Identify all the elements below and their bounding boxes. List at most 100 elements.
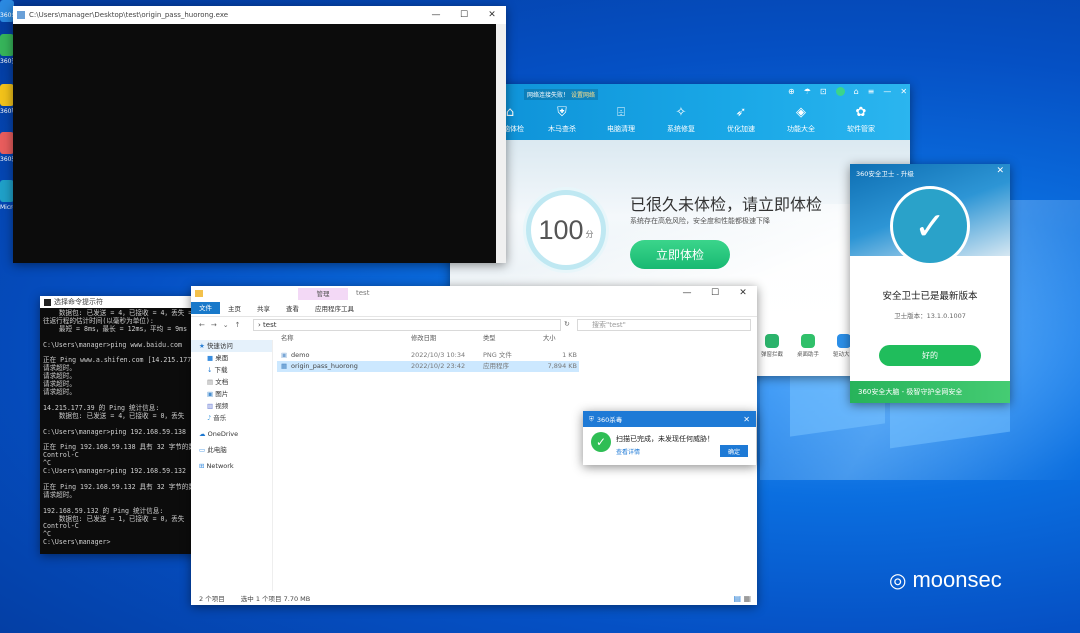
maximize-icon[interactable]: ☐ — [701, 286, 729, 302]
tool-popup-block[interactable]: 弹窗拦截 — [752, 334, 792, 358]
col-type[interactable]: 类型 — [483, 333, 496, 342]
nav-network[interactable]: ⊞ Network — [191, 460, 272, 472]
tool-label: 弹窗拦截 — [760, 352, 783, 358]
back-icon[interactable]: ← — [199, 321, 205, 329]
bell-icon[interactable]: ⌂ — [854, 87, 859, 96]
confirm-button[interactable]: 确定 — [720, 445, 748, 457]
nav-onedrive[interactable]: ☁ OneDrive — [191, 428, 272, 440]
tab-view[interactable]: 查看 — [278, 303, 307, 313]
file-row-selected[interactable]: ▦ origin_pass_huorong 2022/10/2 23:42 应用… — [277, 361, 579, 372]
close-icon[interactable]: ✕ — [743, 415, 750, 424]
minimize-icon[interactable]: — — [883, 87, 891, 96]
nav-features[interactable]: ◈ 功能大全 — [771, 106, 831, 134]
cmd-output[interactable]: 数据包: 已发送 = 4，已接收 = 4，丢失 = 0 往返行程的估计时间(以毫… — [40, 308, 200, 549]
minimize-icon[interactable]: — — [422, 6, 450, 24]
diamond-icon: ◈ — [796, 105, 806, 120]
console-output[interactable] — [13, 24, 496, 263]
network-settings-link[interactable]: 设置网络 — [571, 92, 595, 99]
scan-toast[interactable]: ⛨ 360杀毒 ✕ ✓ 扫描已完成，未发现任何威胁！ 查看详情 确定 — [583, 411, 756, 465]
console-title: C:\Users\manager\Desktop\test\origin_pas… — [29, 11, 229, 19]
nav-label: 木马查杀 — [548, 125, 576, 133]
forward-icon[interactable]: → — [211, 321, 217, 329]
refresh-icon[interactable]: ↻ — [564, 320, 570, 328]
nav-this-pc[interactable]: ▭ 此电脑 — [191, 444, 272, 456]
minimize-icon[interactable]: — — [673, 286, 701, 302]
col-size[interactable]: 大小 — [543, 333, 556, 342]
col-name[interactable]: 名称 — [281, 333, 294, 342]
watermark-text: moonsec — [912, 567, 1002, 592]
nav-speedup[interactable]: ➶ 优化加速 — [711, 106, 771, 134]
file-size: 1 KB — [562, 351, 577, 359]
upgrade-dialog[interactable]: 360安全卫士 - 升级 ✕ ✓ 安全卫士已是最新版本 卫士版本：13.1.0.… — [850, 164, 1010, 403]
avatar[interactable] — [835, 87, 845, 96]
console-titlebar[interactable]: C:\Users\manager\Desktop\test\origin_pas… — [13, 6, 506, 24]
file-row[interactable]: ▣ demo 2022/10/3 10:34 PNG 文件 1 KB — [277, 350, 579, 361]
settings-icon[interactable]: ⊕ — [788, 87, 795, 96]
shield-icon: ⛨ — [557, 105, 567, 120]
menu-icon[interactable]: ≡ — [868, 87, 875, 96]
nav-pictures[interactable]: ▣ 图片 — [191, 388, 272, 400]
scrollbar[interactable] — [496, 24, 506, 263]
search-input[interactable]: 搜索"test" — [577, 319, 751, 331]
up-icon[interactable]: ↑ — [235, 321, 241, 329]
ok-button[interactable]: 好的 — [879, 345, 981, 366]
mail-icon[interactable]: ⊡ — [820, 87, 827, 96]
console-window[interactable]: C:\Users\manager\Desktop\test\origin_pas… — [13, 6, 506, 263]
rocket-icon: ➶ — [735, 105, 747, 120]
close-icon[interactable]: ✕ — [900, 87, 907, 96]
desktop-icon-edge[interactable] — [0, 180, 14, 202]
nav-label: 电脑清理 — [607, 125, 635, 133]
tab-file[interactable]: 文件 — [191, 302, 220, 314]
nav-music[interactable]: ♪ 音乐 — [191, 412, 272, 424]
upgrade-message: 安全卫士已是最新版本 — [882, 291, 978, 302]
nav-downloads[interactable]: ↓ 下载 — [191, 364, 272, 376]
health-score: 100 分 — [526, 190, 606, 270]
file-size: 7,894 KB — [547, 362, 577, 370]
context-tab-manage[interactable]: 管理 — [298, 288, 348, 300]
maximize-icon[interactable]: ☐ — [450, 6, 478, 24]
tab-share[interactable]: 共享 — [249, 303, 278, 313]
tool-desktop-helper[interactable]: 桌面助手 — [788, 334, 828, 358]
nav-software[interactable]: ✿ 软件管家 — [831, 106, 891, 134]
upgrade-footer: 360安全大脑 - 极智守护全网安全 — [850, 381, 1010, 403]
nav-documents[interactable]: ▤ 文档 — [191, 376, 272, 388]
column-headers: 名称 修改日期 类型 大小 — [277, 333, 579, 347]
nav-videos[interactable]: ▥ 视频 — [191, 400, 272, 412]
file-name: origin_pass_huorong — [291, 362, 358, 370]
chevron-down-icon[interactable]: ⌄ — [223, 321, 229, 329]
nav-repair[interactable]: ✧ 系统修复 — [651, 106, 711, 134]
nav-trojan[interactable]: ⛨ 木马查杀 — [532, 106, 592, 134]
subtext: 系统存在高危风险，安全度和性能都极速下降 — [630, 217, 770, 225]
nav-desktop[interactable]: ■ 桌面 — [191, 352, 272, 364]
status-bar: 2 个项目 选中 1 个项目 7.70 MB — [199, 593, 310, 603]
cmd-window[interactable]: 选择命令提示符 数据包: 已发送 = 4，已接收 = 4，丢失 = 0 往返行程… — [40, 296, 200, 554]
start-check-button[interactable]: 立即体检 — [630, 240, 730, 269]
image-file-icon: ▣ — [281, 351, 288, 359]
desktop-helper-icon — [801, 334, 815, 348]
close-icon[interactable]: ✕ — [996, 166, 1004, 176]
address-input[interactable]: › test — [253, 319, 561, 331]
tiles-view-icon[interactable]: ▦ — [743, 594, 751, 603]
cmd-titlebar[interactable]: 选择命令提示符 — [40, 296, 200, 308]
close-icon[interactable]: ✕ — [729, 286, 757, 302]
tab-app-tools[interactable]: 应用程序工具 — [307, 303, 362, 313]
skin-icon[interactable]: ☂ — [804, 87, 811, 96]
app-icon — [17, 11, 25, 19]
nav-clean[interactable]: ⌹ 电脑清理 — [591, 106, 651, 134]
details-view-icon[interactable]: ▤ — [733, 594, 741, 603]
folder-icon — [195, 289, 203, 297]
tab-home[interactable]: 主页 — [220, 303, 249, 313]
nav-quick-access[interactable]: ★ 快速访问 — [191, 340, 272, 352]
nav-label: 功能大全 — [787, 125, 815, 133]
wechat-icon: ◎ — [889, 569, 907, 592]
cmd-title: 选择命令提示符 — [54, 298, 103, 306]
cmd-icon — [44, 298, 51, 306]
explorer-titlebar[interactable]: test — ☐ ✕ — [191, 286, 757, 300]
desktop-icon-360-driver[interactable] — [0, 132, 14, 154]
close-icon[interactable]: ✕ — [478, 6, 506, 24]
details-link[interactable]: 查看详情 — [616, 447, 640, 456]
item-count: 2 个项目 — [199, 595, 225, 603]
desktop-icon-360-safe[interactable] — [0, 34, 14, 56]
desktop-icon-360-software[interactable] — [0, 84, 14, 106]
col-date[interactable]: 修改日期 — [411, 333, 436, 342]
